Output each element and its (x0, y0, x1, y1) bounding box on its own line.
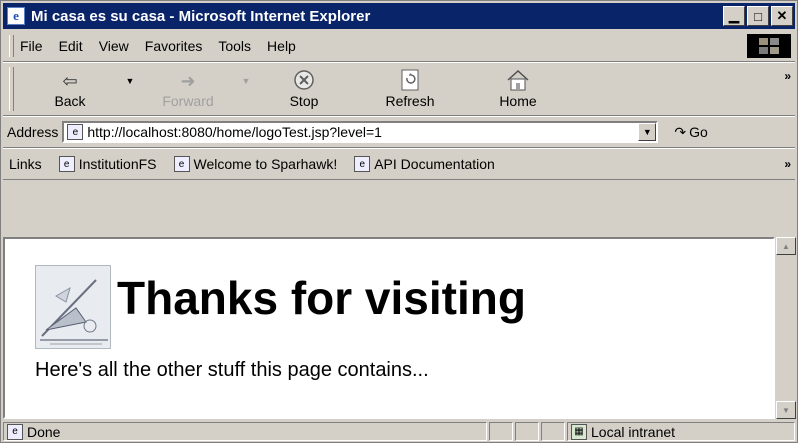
address-bar: Address e http://localhost:8080/home/log… (3, 117, 795, 148)
ie-page-icon[interactable]: e (7, 7, 25, 25)
status-main-pane: e Done (3, 422, 487, 441)
links-overflow-chevron[interactable]: » (784, 157, 791, 171)
link-welcome-sparhawk[interactable]: e Welcome to Sparhawk! (171, 156, 338, 172)
title-bar: e Mi casa es su casa - Microsoft Interne… (3, 3, 795, 29)
status-zone-pane: ▦ Local intranet (567, 422, 795, 441)
refresh-label: Refresh (385, 93, 435, 109)
minimize-button[interactable]: ▁ (723, 6, 745, 26)
ie-page-icon: e (173, 156, 190, 172)
menu-tools[interactable]: Tools (218, 38, 251, 54)
go-arrow-icon: ↷ (674, 123, 687, 140)
link-label: API Documentation (374, 156, 495, 172)
menu-edit[interactable]: Edit (59, 38, 83, 54)
browser-window: e Mi casa es su casa - Microsoft Interne… (0, 0, 798, 443)
stop-label: Stop (289, 93, 319, 109)
intranet-zone-icon: ▦ (571, 423, 587, 440)
menu-grip[interactable] (9, 35, 14, 57)
status-bar: e Done ▦ Local intranet (3, 421, 795, 442)
links-label: Links (9, 156, 42, 172)
refresh-button[interactable]: Refresh (352, 63, 468, 115)
address-label: Address (7, 124, 59, 140)
menu-favorites[interactable]: Favorites (145, 38, 203, 54)
forward-dropdown[interactable]: ▼ (236, 63, 256, 115)
forward-label: Forward (162, 93, 214, 109)
address-dropdown-button[interactable]: ▼ (638, 123, 657, 141)
page-body-text: Here's all the other stuff this page con… (35, 359, 429, 381)
page-heading: Thanks for visiting (117, 272, 526, 324)
home-label: Home (499, 93, 537, 109)
close-button[interactable]: ✕ (771, 6, 793, 26)
links-bar: Links e InstitutionFS e Welcome to Sparh… (3, 149, 795, 180)
home-icon (506, 69, 530, 93)
link-api-documentation[interactable]: e API Documentation (351, 156, 495, 172)
chrome-gap (3, 181, 795, 237)
ie-page-icon: e (354, 156, 371, 172)
maximize-button[interactable]: □ (747, 6, 769, 26)
status-zone: Local intranet (591, 423, 676, 440)
back-arrow-icon: ⇦ (62, 71, 78, 91)
link-institutionfs[interactable]: e InstitutionFS (56, 156, 157, 172)
menu-bar: File Edit View Favorites Tools Help (3, 31, 795, 62)
ie-page-icon: e (67, 124, 84, 140)
scroll-up-button[interactable]: ▲ (776, 237, 796, 255)
menu-view[interactable]: View (99, 38, 129, 54)
ie-page-icon: e (7, 423, 23, 440)
toolbar-overflow-chevron[interactable]: » (784, 69, 791, 83)
home-button[interactable]: Home (468, 63, 568, 115)
back-label: Back (54, 93, 86, 109)
address-url: http://localhost:8080/home/logoTest.jsp?… (87, 124, 382, 140)
forward-arrow-icon: ➜ (180, 71, 196, 91)
ie-page-icon: e (58, 156, 75, 172)
link-label: InstitutionFS (78, 156, 157, 172)
menu-help[interactable]: Help (267, 38, 296, 54)
stop-icon (293, 69, 315, 93)
menu-file[interactable]: File (20, 38, 43, 54)
go-label: Go (689, 124, 708, 140)
toolbar-grip[interactable] (9, 67, 14, 111)
status-pane-progress (489, 422, 513, 441)
scroll-down-button[interactable]: ▼ (776, 401, 796, 419)
standard-toolbar: ⇦ Back ▼ ➜ Forward ▼ Stop Refresh Home » (3, 63, 795, 116)
vertical-scrollbar[interactable]: ▲ ▼ (775, 237, 796, 419)
link-label: Welcome to Sparhawk! (193, 156, 338, 172)
address-input[interactable]: e http://localhost:8080/home/logoTest.js… (62, 121, 659, 143)
scroll-track[interactable] (776, 255, 795, 401)
window-title: Mi casa es su casa - Microsoft Internet … (31, 7, 371, 25)
back-button[interactable]: ⇦ Back (20, 63, 120, 115)
forward-button[interactable]: ➜ Forward (140, 63, 236, 115)
page-content (3, 237, 775, 419)
refresh-icon (400, 69, 420, 93)
status-pane-lock (515, 422, 539, 441)
back-dropdown[interactable]: ▼ (120, 63, 140, 115)
stop-button[interactable]: Stop (256, 63, 352, 115)
logo-image (35, 265, 111, 349)
windows-logo-icon (747, 34, 791, 58)
go-button[interactable]: ↷ Go (674, 124, 707, 141)
status-text: Done (27, 423, 61, 440)
status-pane-extra (541, 422, 565, 441)
